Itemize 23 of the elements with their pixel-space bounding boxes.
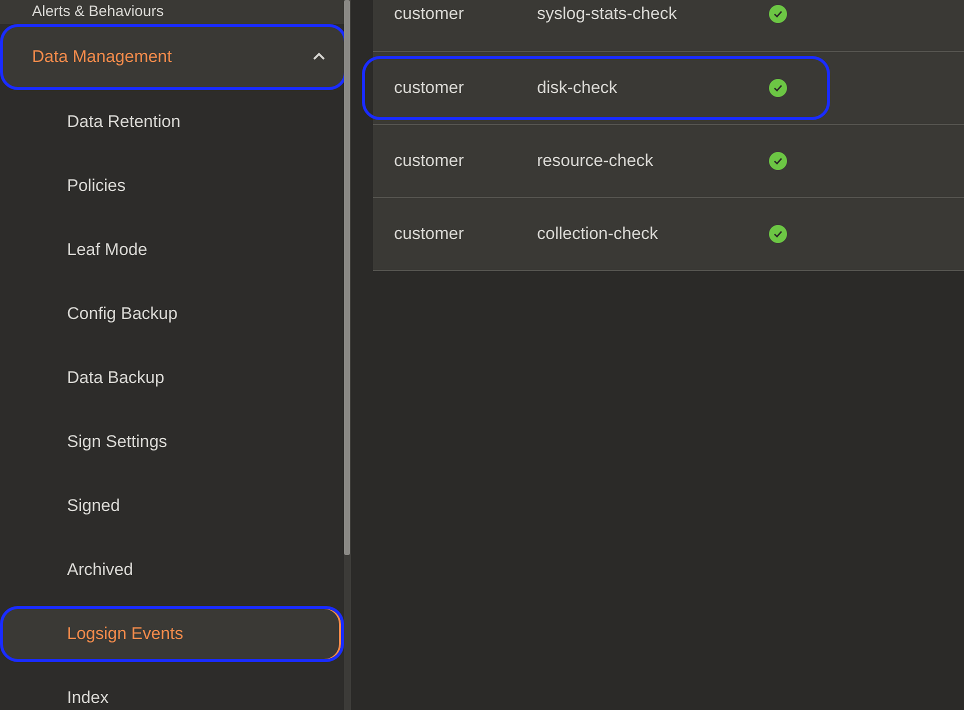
menu-item[interactable]: Policies (0, 154, 344, 218)
menu-item[interactable]: Config Backup (0, 282, 344, 346)
table-cell-text: customer (394, 151, 465, 171)
table-row[interactable]: customer resource-check (373, 125, 964, 198)
menu-item[interactable]: Logsign Events (0, 606, 344, 662)
table-cell-text: customer (394, 4, 465, 24)
menu-group-header[interactable]: Data Management (0, 24, 344, 90)
table-cell-text: disk-check (537, 78, 618, 98)
menu-item[interactable]: Sign Settings (0, 410, 344, 474)
menu-item[interactable]: Signed (0, 474, 344, 538)
menu-item[interactable]: Data Backup (0, 346, 344, 410)
scrollbar-thumb[interactable] (344, 0, 350, 555)
menu-item[interactable]: Archived (0, 538, 344, 602)
table-cell-text: resource-check (537, 151, 654, 171)
table-cell-text: customer (394, 78, 465, 98)
menu-item[interactable]: Index (0, 666, 344, 710)
table-cell-text: customer (394, 224, 465, 244)
table-cell-text: syslog-stats-check (537, 4, 678, 24)
table-cell-text: collection-check (537, 224, 659, 244)
table-row[interactable]: customer collection-check (373, 198, 964, 271)
menu-item[interactable]: Data Retention (0, 90, 344, 154)
menu-item[interactable]: Leaf Mode (0, 218, 344, 282)
table-row[interactable]: customer syslog-stats-check (373, 0, 964, 52)
